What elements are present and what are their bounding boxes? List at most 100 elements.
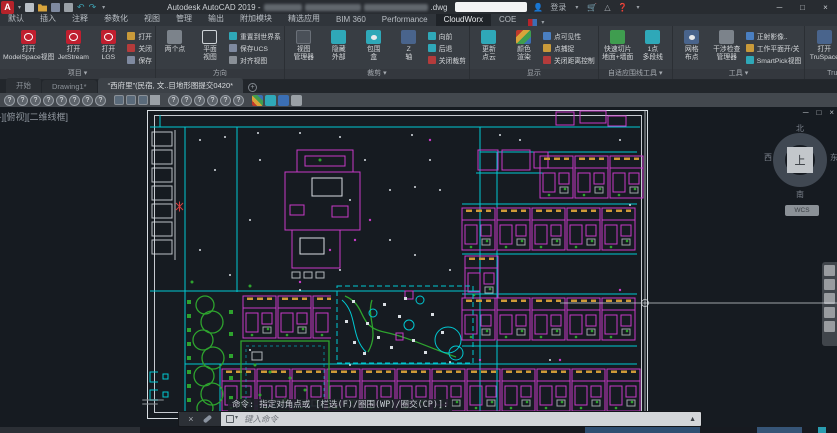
panel-label-clip[interactable]: 裁剪 ▾ xyxy=(285,69,469,79)
ribbon-tab-featured-apps[interactable]: 精选应用 xyxy=(280,12,328,26)
file-tab-drawing1[interactable]: Drawing1* xyxy=(42,80,97,93)
signin-caret-icon[interactable]: ▾ xyxy=(575,4,578,11)
cloudworx-tool-icon[interactable] xyxy=(4,95,15,106)
cloudworx-tool-icon[interactable] xyxy=(126,95,136,105)
command-history-up-icon[interactable]: ▲ xyxy=(689,416,696,423)
viewport-controls-label[interactable]: [-][俯视][二维线框] xyxy=(0,110,68,123)
cloudworx-tool-icon[interactable] xyxy=(69,95,80,106)
cloudworx-color-tool-icon[interactable] xyxy=(291,95,302,106)
clip-forward-button[interactable]: 向前 xyxy=(428,31,466,41)
cloudworx-tool-icon[interactable] xyxy=(168,95,179,106)
ribbon-tab-coe[interactable]: COE xyxy=(491,14,524,26)
cloudworx-tool-icon[interactable] xyxy=(233,95,244,106)
workplane-toggle-button[interactable]: 工作平面开/关 xyxy=(746,43,802,53)
ribbon-tab-insert[interactable]: 插入 xyxy=(32,12,64,26)
undo-icon[interactable]: ↶ xyxy=(77,3,85,12)
cloudworx-color-tool-icon[interactable] xyxy=(265,95,276,106)
signin-label[interactable]: 登录 xyxy=(550,2,566,13)
help-icon[interactable]: ❓ xyxy=(618,3,628,12)
ribbon-tab-bim360[interactable]: BIM 360 xyxy=(328,14,374,26)
command-line-dock[interactable]: × 键入命令 ▲ xyxy=(178,411,702,427)
point-visibility-button[interactable]: 点可见性 xyxy=(543,31,595,41)
viewcube-top-face[interactable]: 上 xyxy=(787,147,813,173)
ribbon-tab-options[interactable]: ▾ xyxy=(528,19,546,26)
cloudworx-tool-icon[interactable] xyxy=(194,95,205,106)
interference-check-button[interactable]: 干涉检查 管理器 xyxy=(711,28,743,61)
color-map-tool-icon[interactable] xyxy=(252,95,263,106)
cloudworx-tool-icon[interactable] xyxy=(114,95,124,105)
ribbon-tab-home[interactable]: 默认 xyxy=(0,12,32,26)
ortho-image-button[interactable]: 正射影像.. xyxy=(746,31,802,41)
drawing-close-icon[interactable]: × xyxy=(829,108,834,117)
smartpick-view-button[interactable]: SmartPick视图 xyxy=(746,55,802,65)
clip-back-button[interactable]: 后退 xyxy=(428,43,466,53)
open-jetstream-button[interactable]: 打开 JetStream xyxy=(57,28,89,61)
two-points-button[interactable]: 两个点 xyxy=(159,28,191,54)
open-modelspace-view-button[interactable]: 打开 ModelSpace视图 xyxy=(3,28,54,61)
update-pointcloud-button[interactable]: 更新 点云 xyxy=(473,28,505,61)
ribbon-tab-performance[interactable]: Performance xyxy=(374,14,436,26)
drawing-minimize-icon[interactable]: ─ xyxy=(803,108,809,117)
color-render-button[interactable]: 颜色 渲染 xyxy=(508,28,540,61)
command-close-icon[interactable]: × xyxy=(188,414,193,424)
ribbon-tab-cloudworx[interactable]: CloudWorx xyxy=(436,14,491,26)
cloudworx-tool-icon[interactable] xyxy=(150,95,160,105)
quick-slice-button[interactable]: 快速切片 地面+墙面 xyxy=(602,28,634,61)
viewcube[interactable]: 北 南 西 东 上 WCS xyxy=(770,121,832,221)
nav-fullnav-icon[interactable] xyxy=(824,265,835,276)
ribbon-tab-parametric[interactable]: 参数化 xyxy=(96,12,136,26)
drawing-canvas[interactable]: [-][俯视][二维线框] ─ □ × 北 南 西 东 上 WCS 命令: 指定… xyxy=(0,107,837,427)
cloudworx-tool-icon[interactable] xyxy=(82,95,93,106)
align-view-button[interactable]: 对齐视图 xyxy=(229,55,281,65)
help-caret-icon[interactable]: ▾ xyxy=(637,4,640,11)
redo-icon[interactable]: ↷ xyxy=(89,3,97,12)
ribbon-tab-view[interactable]: 视图 xyxy=(136,12,168,26)
viewcube-east-label[interactable]: 东 xyxy=(830,152,837,163)
signin-person-icon[interactable]: 👤 xyxy=(533,3,543,12)
project-open-button[interactable]: 打开 xyxy=(127,31,152,41)
nav-pan-icon[interactable] xyxy=(824,279,835,290)
bounding-box-button[interactable]: 包围 盒 xyxy=(358,28,390,61)
grid-points-button[interactable]: 网格 布点 xyxy=(676,28,708,61)
wcs-dropdown[interactable]: WCS xyxy=(785,205,819,216)
cloudworx-tool-icon[interactable] xyxy=(138,95,148,105)
command-customize-wrench-icon[interactable] xyxy=(203,415,212,424)
new-drawing-plus-icon[interactable]: + xyxy=(248,83,257,92)
hide-outside-button[interactable]: 隐藏 外部 xyxy=(323,28,355,61)
cloudworx-color-tool-icon[interactable] xyxy=(278,95,289,106)
restore-icon[interactable]: □ xyxy=(791,0,814,14)
ribbon-tab-output[interactable]: 输出 xyxy=(200,12,232,26)
plot-icon[interactable] xyxy=(64,3,73,12)
panel-label-truspace[interactable]: TruSpace ▾ xyxy=(805,69,837,79)
app-menu-caret-icon[interactable]: ▾ xyxy=(18,4,21,11)
viewcube-west-label[interactable]: 西 xyxy=(764,152,772,163)
open-truspace-button[interactable]: 打开 TruSpace xyxy=(808,28,837,61)
file-tab-xifuli-active[interactable]: “西府里”(民宿, 文..目地形图提交0420* xyxy=(98,78,243,93)
cloudworx-tool-icon[interactable] xyxy=(207,95,218,106)
file-tab-start[interactable]: 开始 xyxy=(6,78,41,93)
project-save-button[interactable]: 保存 xyxy=(127,55,152,65)
save-ucs-button[interactable]: 保存UCS xyxy=(229,43,281,53)
navigation-bar[interactable] xyxy=(822,262,837,346)
nav-zoom-icon[interactable] xyxy=(824,293,835,304)
cloudworx-tool-icon[interactable] xyxy=(43,95,54,106)
clip-off-button[interactable]: 关闭裁剪 xyxy=(428,55,466,65)
viewcube-south-label[interactable]: 南 xyxy=(796,189,804,200)
minimize-icon[interactable]: ─ xyxy=(768,0,791,14)
panel-label-display[interactable]: 显示 xyxy=(470,69,598,79)
panel-label-adaptive[interactable]: 自适应围线工具 ▾ xyxy=(599,69,672,79)
point-snap-button[interactable]: 点捕捉 xyxy=(543,43,595,53)
view-manager-button[interactable]: 视图 管理器 xyxy=(288,28,320,61)
cloudworx-tool-icon[interactable] xyxy=(17,95,28,106)
new-file-icon[interactable] xyxy=(25,3,34,12)
ribbon-tab-addins[interactable]: 附加模块 xyxy=(232,12,280,26)
panel-label-tools[interactable]: 工具 ▾ xyxy=(673,69,805,79)
nav-showmotion-icon[interactable] xyxy=(824,321,835,332)
app-store-cart-icon[interactable]: 🛒 xyxy=(587,3,597,12)
a360-icon[interactable]: △ xyxy=(604,3,610,12)
search-input[interactable] xyxy=(455,2,527,12)
drawing-restore-icon[interactable]: □ xyxy=(816,108,821,117)
project-close-button[interactable]: 关闭 xyxy=(127,43,152,53)
cloudworx-tool-icon[interactable] xyxy=(181,95,192,106)
nav-orbit-icon[interactable] xyxy=(824,307,835,318)
